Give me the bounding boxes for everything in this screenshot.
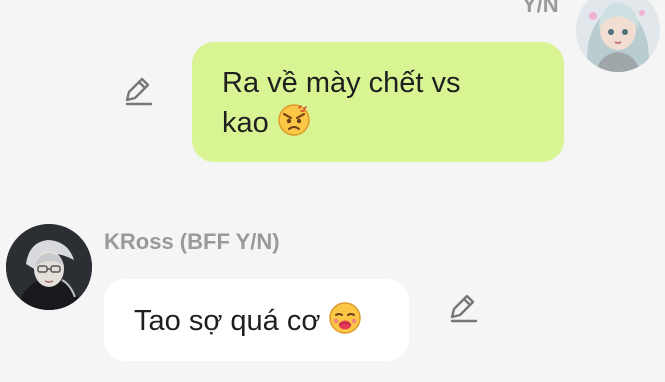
message-bubble-incoming[interactable]: Tao sợ quá cơ (104, 279, 409, 361)
message-text-incoming: Tao sợ quá cơ (134, 305, 321, 337)
message-text-line-1: Ra về mày chết vs (222, 67, 461, 99)
message-bubble-outgoing[interactable]: Ra về mày chết vs kao (192, 42, 564, 162)
avatar-outgoing-image (576, 0, 660, 72)
kissing-face-icon (328, 301, 362, 335)
edit-message-icon[interactable] (121, 74, 155, 108)
message-text-line-2-wrap: kao (222, 103, 536, 143)
avatar-outgoing[interactable] (576, 0, 660, 72)
message-text-line-2: kao (222, 107, 269, 139)
sender-name-incoming: KRoss (BFF Y/N) (104, 229, 280, 254)
angry-face-icon (277, 103, 311, 137)
edit-message-icon[interactable] (446, 291, 480, 325)
avatar-incoming-image (6, 224, 92, 310)
avatar-incoming[interactable] (6, 224, 92, 310)
sender-name-outgoing: Y/N (522, 0, 559, 17)
